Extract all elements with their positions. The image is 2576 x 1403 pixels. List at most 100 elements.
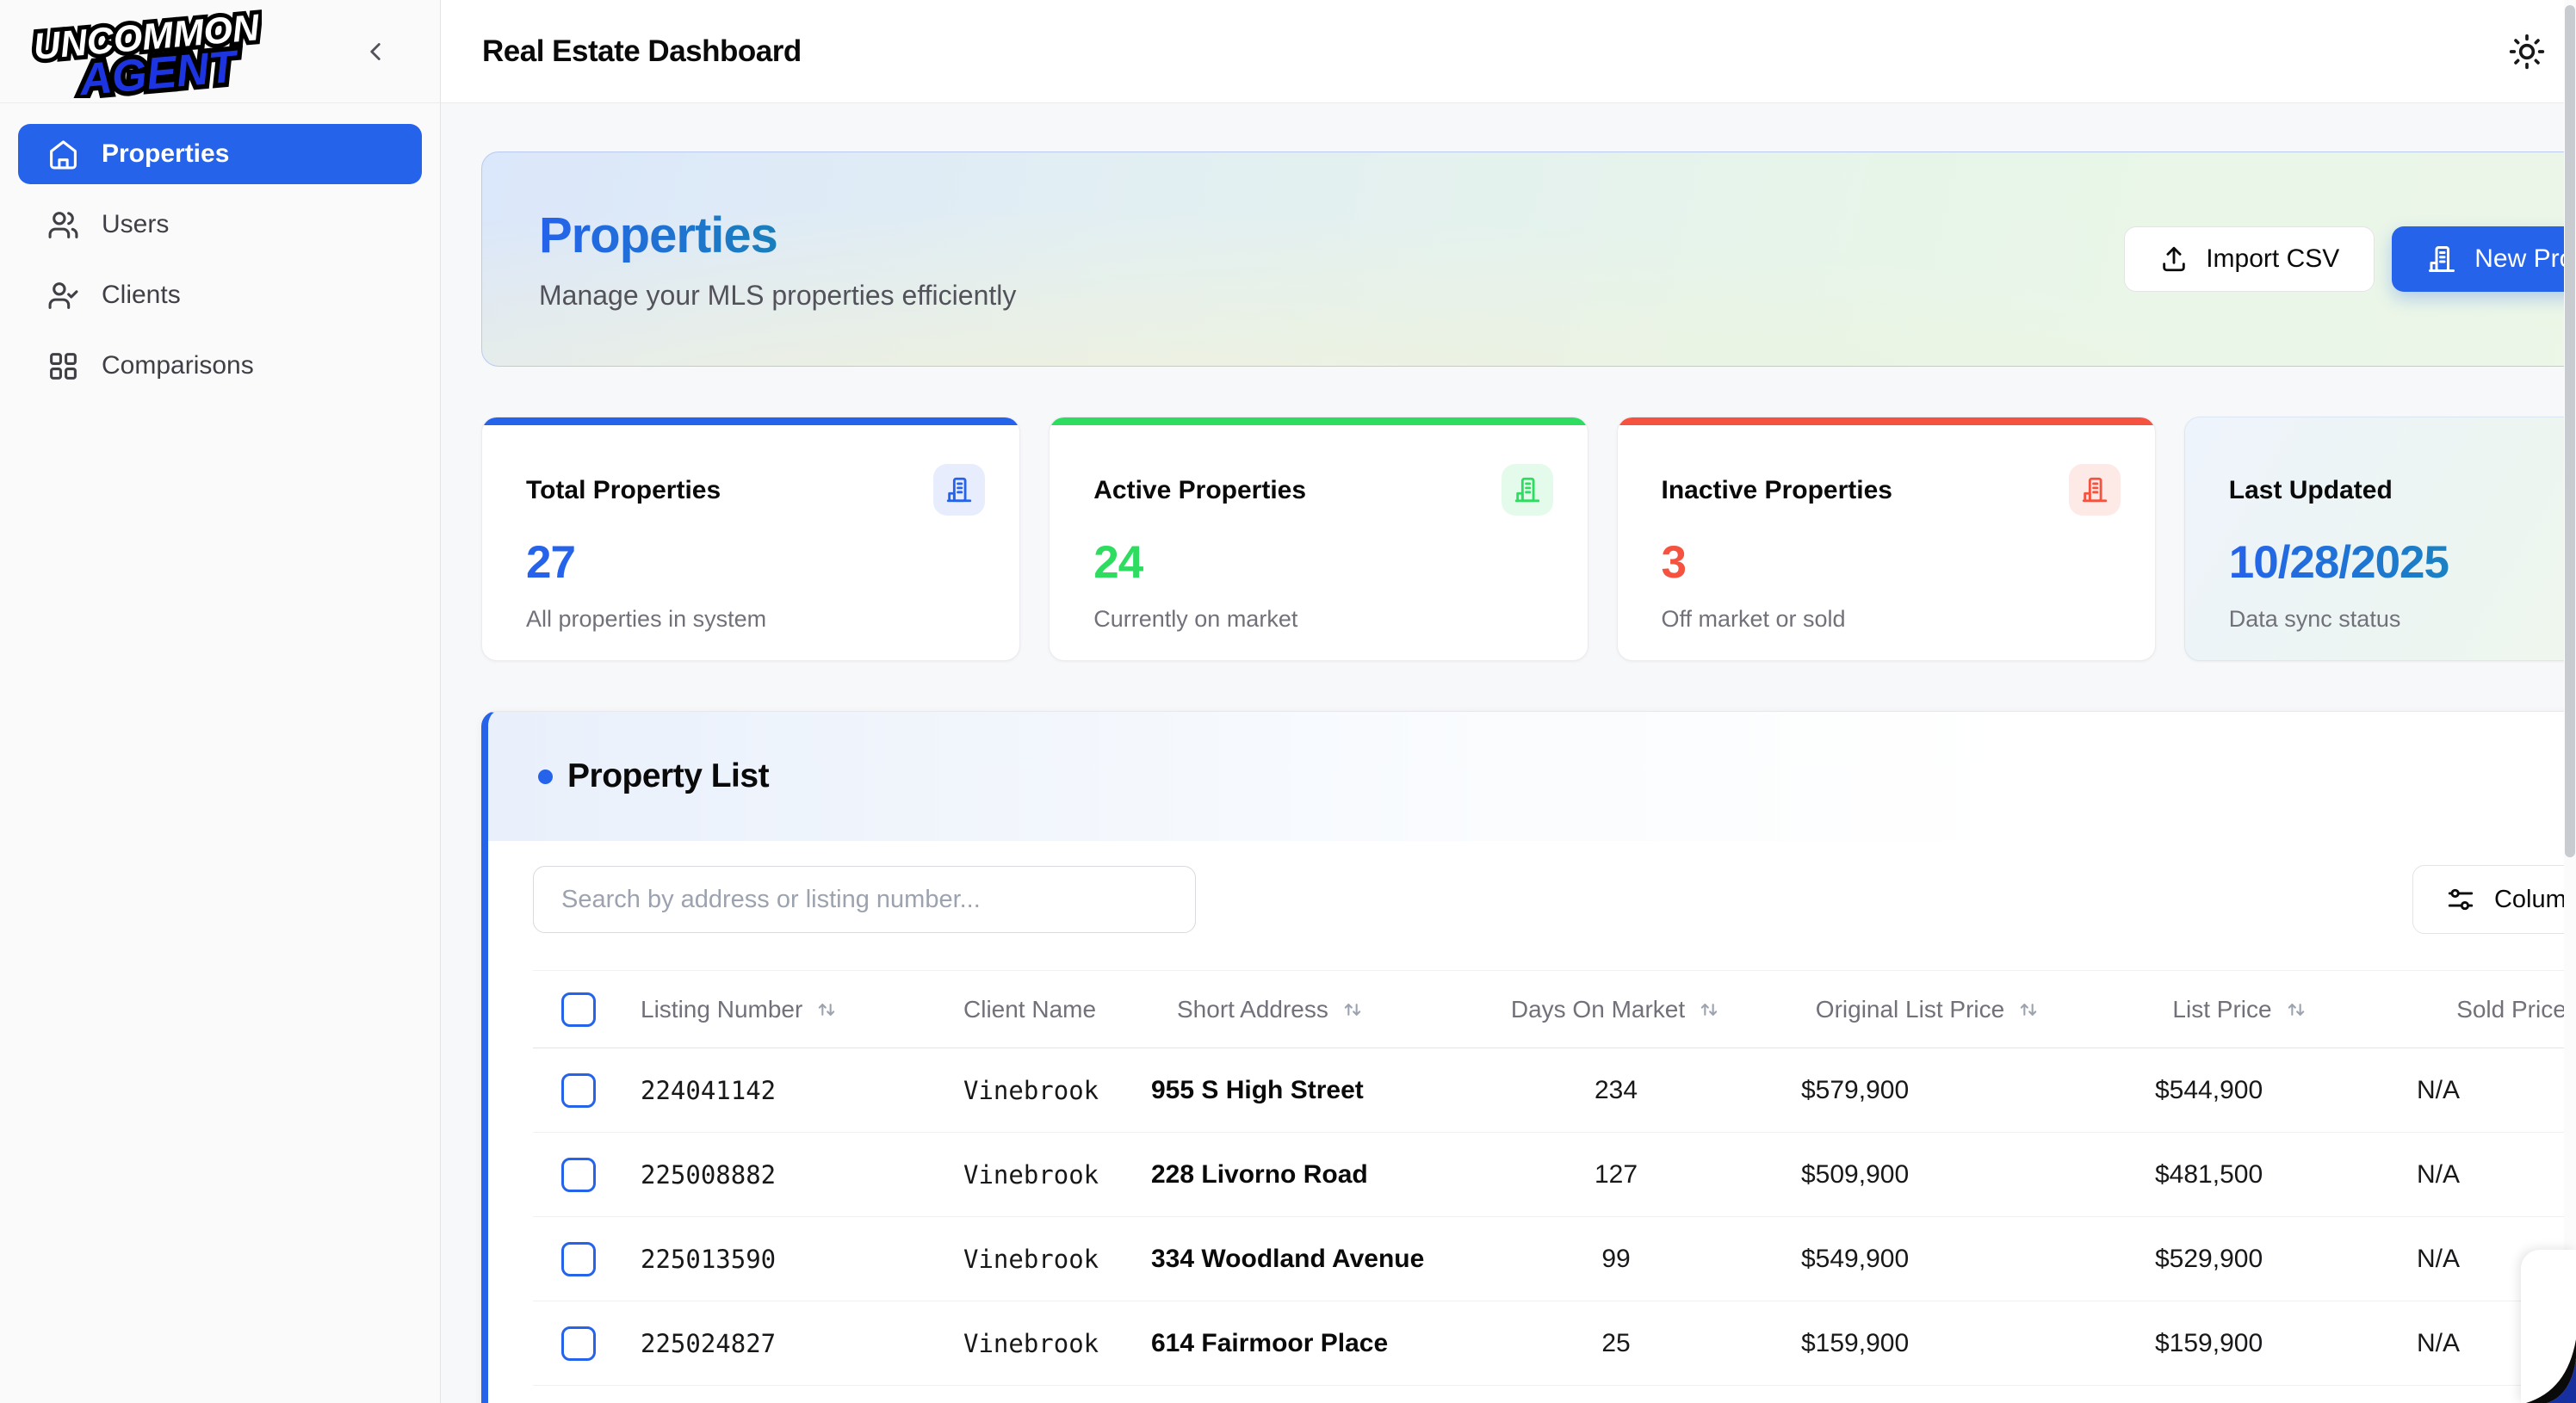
home-icon	[47, 139, 79, 170]
stat-desc: Currently on market	[1093, 606, 1552, 633]
sidebar: UNCOMMON AGENT Properties Users	[0, 0, 441, 1403]
cell-days-on-market: 234	[1474, 1048, 1758, 1133]
cell-listing-number: 225024827	[609, 1301, 936, 1386]
cell-list-price: $529,900	[2098, 1217, 2382, 1301]
stat-label: Active Properties	[1093, 476, 1306, 505]
col-header-sold-price[interactable]: Sold Price	[2382, 971, 2576, 1048]
stat-accent-bar	[1618, 417, 2155, 425]
cell-listing-number: 225013590	[609, 1217, 936, 1301]
sidebar-item-properties[interactable]: Properties	[18, 124, 422, 184]
page-title: Real Estate Dashboard	[482, 34, 802, 69]
row-checkbox[interactable]	[561, 1073, 596, 1108]
col-header-listing-number[interactable]: Listing Number	[609, 971, 936, 1048]
row-checkbox[interactable]	[561, 1158, 596, 1192]
sort-icon	[1697, 998, 1721, 1022]
users-icon	[47, 209, 79, 241]
table-row[interactable]: 225024827 Vinebrook 614 Fairmoor Place 2…	[533, 1301, 2576, 1386]
content: Properties Manage your MLS properties ef…	[441, 103, 2576, 1403]
property-table-wrap: Listing Number Client Name Short Address	[533, 970, 2576, 1403]
stat-desc: Off market or sold	[1662, 606, 2121, 633]
hero-banner: Properties Manage your MLS properties ef…	[481, 151, 2576, 367]
sidebar-item-label: Users	[102, 210, 169, 239]
main-area: Real Estate Dashboard U Properties Manag…	[441, 0, 2576, 1403]
cell-days-on-market: 99	[1474, 1217, 1758, 1301]
stat-card-inactive-properties: Inactive Properties 3 Off market or sold	[1617, 417, 2156, 661]
bullet-dot-icon	[538, 769, 553, 784]
property-list-header: Property List	[488, 712, 2576, 841]
sun-icon	[2508, 33, 2546, 71]
table-row-partial	[533, 1386, 2576, 1403]
row-checkbox[interactable]	[561, 1242, 596, 1276]
cell-list-price: $159,900	[2098, 1301, 2382, 1386]
brand-swoosh-icon	[2521, 1250, 2576, 1403]
sidebar-collapse-button[interactable]	[361, 37, 390, 66]
theme-toggle-button[interactable]	[2508, 33, 2546, 71]
property-table: Listing Number Client Name Short Address	[533, 970, 2576, 1403]
building-icon	[2069, 464, 2121, 516]
cell-days-on-market: 25	[1474, 1301, 1758, 1386]
cell-client-name: Vinebrook	[936, 1217, 1130, 1301]
sidebar-nav: Properties Users Clients Comparisons	[0, 103, 440, 417]
user-check-icon	[47, 280, 79, 312]
hero-title: Properties	[539, 207, 1016, 264]
sidebar-item-clients[interactable]: Clients	[18, 265, 422, 325]
col-header-short-address[interactable]: Short Address	[1130, 971, 1474, 1048]
table-row[interactable]: 225013590 Vinebrook 334 Woodland Avenue …	[533, 1217, 2576, 1301]
sidebar-item-label: Comparisons	[102, 351, 254, 380]
cell-sold-price: N/A	[2382, 1133, 2576, 1217]
stat-value: 27	[526, 536, 985, 589]
cell-listing-number: 224041142	[609, 1048, 936, 1133]
page-scrollbar[interactable]	[2564, 0, 2576, 1403]
cell-sold-price: N/A	[2382, 1048, 2576, 1133]
col-header-list-price[interactable]: List Price	[2098, 971, 2382, 1048]
stat-value: 24	[1093, 536, 1552, 589]
cell-original-list-price: $549,900	[1758, 1217, 2098, 1301]
property-list-controls: Columns (16)	[488, 841, 2576, 934]
cell-list-price: $481,500	[2098, 1133, 2382, 1217]
table-row[interactable]: 225008882 Vinebrook 228 Livorno Road 127…	[533, 1133, 2576, 1217]
stat-desc: All properties in system	[526, 606, 985, 633]
cell-short-address: 955 S High Street	[1130, 1048, 1474, 1133]
corner-brand-widget[interactable]	[2521, 1250, 2576, 1403]
cell-short-address: 334 Woodland Avenue	[1130, 1217, 1474, 1301]
stat-label: Last Updated	[2229, 476, 2393, 505]
columns-button[interactable]: Columns (16)	[2412, 865, 2576, 934]
building-icon	[2426, 244, 2457, 275]
stat-card-active-properties: Active Properties 24 Currently on market	[1049, 417, 1588, 661]
table-row[interactable]: 224041142 Vinebrook 955 S High Street 23…	[533, 1048, 2576, 1133]
sidebar-header: UNCOMMON AGENT	[0, 0, 440, 103]
col-header-client-name: Client Name	[936, 971, 1130, 1048]
sidebar-item-users[interactable]: Users	[18, 195, 422, 255]
row-checkbox[interactable]	[561, 1326, 596, 1361]
stat-desc: Data sync status	[2229, 606, 2576, 633]
sort-icon	[2016, 998, 2040, 1022]
stat-accent-bar	[482, 417, 1019, 425]
top-header: Real Estate Dashboard U	[441, 0, 2576, 103]
col-header-days-on-market[interactable]: Days On Market	[1474, 971, 1758, 1048]
stat-label: Total Properties	[526, 476, 721, 505]
cell-client-name: Vinebrook	[936, 1133, 1130, 1217]
col-header-original-list-price[interactable]: Original List Price	[1758, 971, 2098, 1048]
import-csv-button[interactable]: Import CSV	[2124, 226, 2375, 292]
select-all-checkbox[interactable]	[561, 992, 596, 1027]
new-property-button[interactable]: New Property	[2392, 226, 2576, 292]
hero-text: Properties Manage your MLS properties ef…	[539, 207, 1016, 312]
stat-accent-bar	[1050, 417, 1587, 425]
sidebar-item-label: Clients	[102, 281, 181, 310]
cell-client-name: Vinebrook	[936, 1048, 1130, 1133]
cell-listing-number: 225008882	[609, 1133, 936, 1217]
stat-card-total-properties: Total Properties 27 All properties in sy…	[481, 417, 1020, 661]
scrollbar-thumb[interactable]	[2565, 5, 2575, 857]
cell-short-address: 614 Fairmoor Place	[1130, 1301, 1474, 1386]
sidebar-item-comparisons[interactable]: Comparisons	[18, 336, 422, 396]
table-header-row: Listing Number Client Name Short Address	[533, 971, 2576, 1048]
search-input[interactable]	[533, 866, 1196, 933]
building-icon	[933, 464, 985, 516]
import-csv-label: Import CSV	[2206, 244, 2339, 274]
hero-actions: Import CSV New Property	[2124, 226, 2576, 292]
hero-subtitle: Manage your MLS properties efficiently	[539, 280, 1016, 312]
cell-short-address: 228 Livorno Road	[1130, 1133, 1474, 1217]
cell-days-on-market: 127	[1474, 1133, 1758, 1217]
sidebar-item-label: Properties	[102, 139, 229, 169]
stat-card-last-updated: Last Updated 10/28/2025 Data sync status	[2184, 417, 2576, 661]
